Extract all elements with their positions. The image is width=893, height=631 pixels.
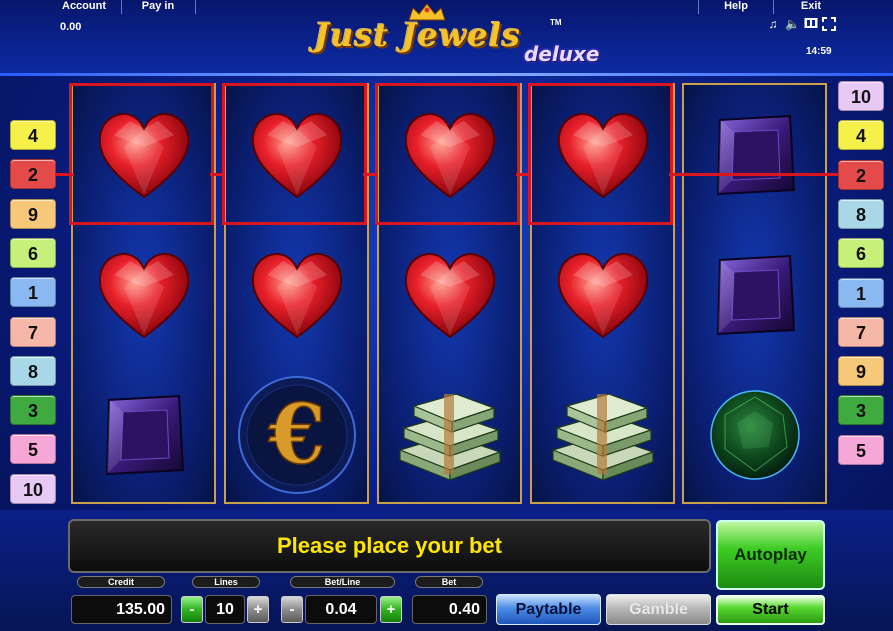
betline-value: 0.04 <box>305 595 377 624</box>
gamble-button[interactable]: Gamble <box>606 594 711 625</box>
right-line-badge-7[interactable]: 7 <box>838 316 884 347</box>
credit-value: 135.00 <box>71 595 172 624</box>
reel-4 <box>530 83 675 504</box>
heart-symbol <box>73 225 214 364</box>
reel-5 <box>682 83 827 504</box>
heart-symbol <box>532 85 673 224</box>
autoplay-button[interactable]: Autoplay <box>716 520 825 590</box>
purple-gem-symbol <box>73 365 214 502</box>
right-line-badge-2[interactable]: 2 <box>838 159 884 190</box>
account-menu[interactable]: Account <box>48 0 120 14</box>
bet-value: 0.40 <box>412 595 487 624</box>
exit-menu[interactable]: Exit <box>775 0 847 14</box>
game-logo: Just Jewels TM deluxe <box>300 0 600 76</box>
heart-symbol <box>226 225 367 364</box>
logo-trademark: TM <box>550 18 562 27</box>
bet-label: Bet <box>415 576 483 588</box>
message-bar: Please place your bet <box>68 519 711 573</box>
credit-label: Credit <box>77 576 165 588</box>
right-line-badge-3[interactable]: 3 <box>838 395 884 426</box>
betline-label: Bet/Line <box>290 576 395 588</box>
heart-symbol <box>379 85 520 224</box>
money-stack-symbol <box>532 365 673 502</box>
left-line-badge-1[interactable]: 1 <box>10 277 56 308</box>
left-line-badge-6[interactable]: 6 <box>10 237 56 268</box>
svg-text:€: € <box>267 387 325 483</box>
music-icon[interactable]: ♫ <box>766 17 780 31</box>
lines-plus-button[interactable]: + <box>247 596 269 623</box>
clock: 14:59 <box>806 46 832 57</box>
payline <box>516 173 530 176</box>
screen-icon[interactable] <box>804 17 818 31</box>
right-line-badge-1[interactable]: 1 <box>838 277 884 308</box>
payin-menu[interactable]: Pay in <box>122 0 194 14</box>
heart-symbol <box>226 85 367 224</box>
right-line-badge-8[interactable]: 8 <box>838 198 884 229</box>
right-line-badge-6[interactable]: 6 <box>838 238 884 269</box>
left-line-badge-8[interactable]: 8 <box>10 355 56 386</box>
right-line-badge-4[interactable]: 4 <box>838 120 884 151</box>
left-line-badge-4[interactable]: 4 <box>10 120 56 150</box>
lines-value: 10 <box>205 595 245 624</box>
lines-minus-button[interactable]: - <box>181 596 203 623</box>
payline <box>56 173 74 176</box>
left-line-badge-5[interactable]: 5 <box>10 434 56 465</box>
heart-symbol <box>73 85 214 224</box>
reel-2: € <box>224 83 369 504</box>
paytable-button[interactable]: Paytable <box>496 594 601 625</box>
money-stack-symbol <box>379 365 520 502</box>
right-line-badge-10[interactable]: 10 <box>838 81 884 111</box>
heart-symbol <box>379 225 520 364</box>
right-line-badge-5[interactable]: 5 <box>838 434 884 465</box>
right-line-badge-9[interactable]: 9 <box>838 356 884 387</box>
payline <box>363 173 377 176</box>
purple-gem-symbol <box>684 85 825 224</box>
menu-divider <box>773 0 774 14</box>
fullscreen-icon[interactable] <box>822 17 836 31</box>
reel-1 <box>71 83 216 504</box>
menu-divider <box>698 0 699 14</box>
help-menu[interactable]: Help <box>700 0 772 14</box>
payline <box>210 173 224 176</box>
logo-title: Just Jewels <box>314 16 521 54</box>
message-text: Please place your bet <box>277 533 502 558</box>
betline-minus-button[interactable]: - <box>281 596 303 623</box>
lines-label: Lines <box>192 576 260 588</box>
heart-symbol <box>532 225 673 364</box>
left-line-badge-10[interactable]: 10 <box>10 473 56 504</box>
euro-coin-symbol: € <box>226 365 367 502</box>
green-gem-symbol <box>684 365 825 502</box>
left-line-badge-3[interactable]: 3 <box>10 395 56 426</box>
speaker-icon[interactable]: 🔈 <box>785 17 800 31</box>
balance-display: 0.00 <box>60 21 82 33</box>
left-line-badge-9[interactable]: 9 <box>10 198 56 229</box>
left-line-badge-7[interactable]: 7 <box>10 316 56 347</box>
betline-plus-button[interactable]: + <box>380 596 402 623</box>
start-button[interactable]: Start <box>716 595 825 625</box>
menu-divider <box>195 0 196 14</box>
payline <box>669 173 839 176</box>
logo-subtitle: deluxe <box>524 42 600 66</box>
reel-3 <box>377 83 522 504</box>
left-line-badge-2[interactable]: 2 <box>10 159 56 190</box>
purple-gem-symbol <box>684 225 825 364</box>
